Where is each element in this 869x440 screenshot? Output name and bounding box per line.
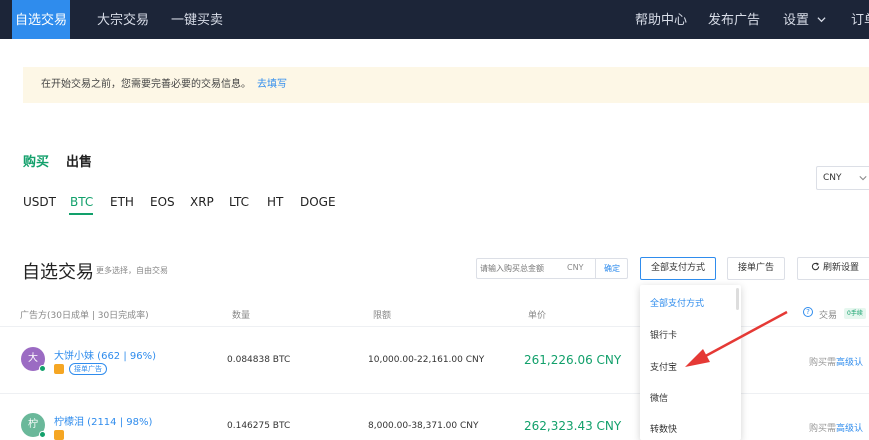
action-link[interactable]: 高级认 [836,358,863,368]
nav-item-orders[interactable]: 订单 [851,0,869,39]
merchant-name[interactable]: 大饼小妹 (662 | 96%) [54,347,156,362]
top-nav: 自选交易 大宗交易 一键买卖 帮助中心 发布广告 设置 订单 [0,0,869,39]
help-icon[interactable]: ? [803,307,813,317]
column-quantity: 数量 [232,311,251,321]
online-indicator [39,431,46,438]
currency-value: CNY [823,173,842,183]
nav-item-block-trade[interactable]: 大宗交易 [97,0,149,39]
notice-text: 在开始交易之前，您需要完善必要的交易信息。 [41,79,251,90]
coin-tab-doge[interactable]: DOGE [300,195,336,209]
notice-banner: 在开始交易之前，您需要完善必要的交易信息。 去填写 [23,67,869,103]
accept-ads-button[interactable]: 接单广告 [727,257,785,280]
settings-label: 设置 [783,13,810,28]
nav-item-post-ad[interactable]: 发布广告 [708,0,760,39]
dropdown-scrollbar[interactable] [736,288,739,310]
column-trade: 交易 [819,311,838,321]
page-subtitle: 更多选择，自由交易 [96,266,168,275]
nav-item-help[interactable]: 帮助中心 [635,0,687,39]
limit-value: 8,000.00-38,371.00 CNY [368,421,479,431]
merchant-badge-icon [54,430,64,440]
coin-tab-xrp[interactable]: XRP [190,195,214,209]
notice-link[interactable]: 去填写 [257,79,287,90]
chevron-down-icon [859,176,867,181]
refresh-settings-button[interactable]: 刷新设置 [797,257,869,280]
merchant-name[interactable]: 柠檬泪 (2114 | 98%) [54,413,152,428]
confirm-button[interactable]: 确定 [595,259,628,278]
amount-input[interactable] [480,261,564,276]
nav-item-otc[interactable]: 自选交易 [12,0,70,39]
action-prefix: 购买需 [809,358,837,368]
coin-tab-usdt[interactable]: USDT [23,195,56,209]
trade-action[interactable]: 购买需高级认 [809,355,863,368]
coin-tab-eth[interactable]: ETH [110,195,134,209]
payment-option-all[interactable]: 全部支付方式 [650,296,704,309]
payment-option-alipay[interactable]: 支付宝 [650,360,677,373]
zero-fee-badge: 0手续 [844,308,866,319]
quantity-value: 0.084838 BTC [227,355,291,365]
limit-value: 10,000.00-22,161.00 CNY [368,355,485,365]
accept-ad-tag: 接单广告 [69,363,107,375]
price-value: 261,226.06 CNY [524,353,622,367]
column-advertiser: 广告方(30日成单 | 30日完成率) [20,311,149,321]
action-link[interactable]: 高级认 [836,424,863,434]
payment-option-wechat[interactable]: 微信 [650,391,668,404]
quantity-value: 0.146275 BTC [227,421,291,431]
payment-method-select[interactable]: 全部支付方式 [640,257,716,280]
page-title: 自选交易 [22,262,94,283]
nav-item-quick-trade[interactable]: 一键买卖 [171,0,223,39]
amount-unit: CNY [567,263,584,272]
avatar[interactable]: 柠 [21,413,46,438]
coin-tab-eos[interactable]: EOS [150,195,175,209]
coin-tab-ltc[interactable]: LTC [229,195,249,209]
trade-action[interactable]: 购买需高级认 [809,421,863,434]
amount-search: CNY 确定 [476,258,628,279]
online-indicator [39,365,46,372]
coin-tab-btc[interactable]: BTC [70,195,93,209]
refresh-label: 刷新设置 [822,263,859,273]
refresh-icon [811,262,820,271]
payment-option-bank-card[interactable]: 银行卡 [650,328,677,341]
avatar-initial: 柠 [28,419,38,430]
coin-tab-ht[interactable]: HT [267,195,283,209]
payment-method-dropdown: 全部支付方式 银行卡 支付宝 微信 转数快 [640,285,741,440]
action-prefix: 购买需 [809,424,837,434]
tab-buy[interactable]: 购买 [23,151,49,170]
payment-option-fps[interactable]: 转数快 [650,422,677,435]
chevron-down-icon [817,17,826,23]
avatar[interactable]: 大 [21,347,46,372]
column-limit: 限额 [373,311,392,321]
avatar-initial: 大 [28,353,38,364]
nav-item-settings[interactable]: 设置 [783,0,826,39]
column-price: 单价 [528,311,547,321]
tab-sell[interactable]: 出售 [66,151,92,170]
coin-tab-underline [69,213,93,215]
price-value: 262,323.43 CNY [524,419,622,433]
currency-select[interactable]: CNY [816,166,869,190]
merchant-badge-icon [54,364,64,374]
